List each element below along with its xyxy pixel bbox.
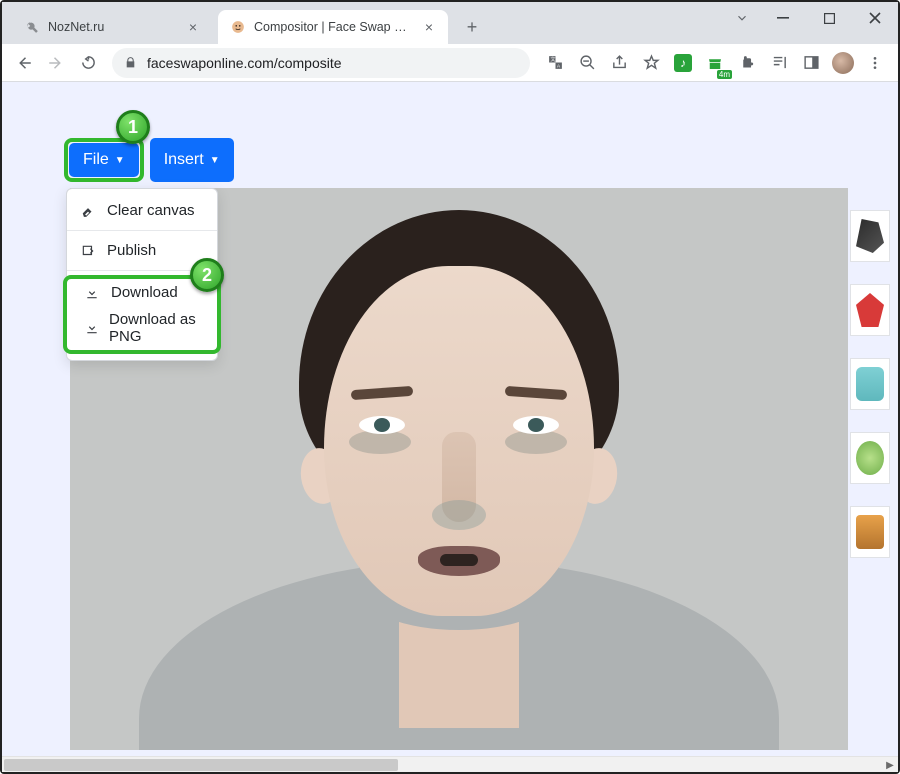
caret-down-icon: ▼	[210, 155, 220, 166]
zoom-out-icon[interactable]	[572, 49, 602, 77]
callout-number: 2	[202, 265, 212, 286]
forward-button[interactable]	[42, 49, 70, 77]
tab-title: NozNet.ru	[48, 20, 178, 34]
page-viewport: File ▼ Insert ▼ Clear canvas Publish	[2, 82, 898, 772]
kebab-menu-icon[interactable]	[860, 49, 890, 77]
insert-menu-label: Insert	[164, 151, 204, 169]
file-menu-button[interactable]: File ▼	[69, 143, 139, 177]
menu-item-label: Publish	[107, 242, 156, 259]
extensions-puzzle-icon[interactable]	[732, 49, 762, 77]
asset-thumb[interactable]	[850, 432, 890, 484]
profile-avatar[interactable]	[828, 49, 858, 77]
close-icon[interactable]: ×	[422, 20, 436, 34]
menu-item-download-png[interactable]: Download as PNG	[67, 306, 217, 350]
menu-separator	[67, 230, 217, 231]
avatar	[832, 52, 854, 74]
side-panel-icon[interactable]	[796, 49, 826, 77]
highlight-file: File ▼	[64, 138, 144, 182]
tab-compositor[interactable]: Compositor | Face Swap Online ×	[218, 10, 448, 44]
menu-item-label: Download	[111, 284, 178, 301]
menu-item-publish[interactable]: Publish	[67, 235, 217, 266]
tab-noznet[interactable]: NozNet.ru ×	[12, 10, 212, 44]
asset-thumb[interactable]	[850, 210, 890, 262]
window-controls	[724, 2, 898, 34]
window-close-button[interactable]	[852, 2, 898, 34]
wrench-icon	[24, 19, 40, 35]
close-icon[interactable]: ×	[186, 20, 200, 34]
horizontal-scrollbar[interactable]: ◀ ▶	[2, 756, 898, 772]
file-menu-label: File	[83, 151, 109, 169]
maximize-button[interactable]	[806, 2, 852, 34]
face-icon	[230, 19, 246, 35]
tab-title: Compositor | Face Swap Online	[254, 20, 414, 34]
extension-music-icon[interactable]: ♪	[668, 49, 698, 77]
url-input[interactable]	[147, 55, 518, 71]
lock-icon	[124, 56, 137, 69]
callout-badge-2: 2	[190, 258, 224, 292]
insert-menu-button[interactable]: Insert ▼	[150, 138, 234, 182]
reload-button[interactable]	[74, 49, 102, 77]
translate-icon[interactable]: 文A	[540, 49, 570, 77]
scroll-right-icon[interactable]: ▶	[882, 757, 898, 772]
callout-number: 1	[128, 117, 138, 138]
back-button[interactable]	[10, 49, 38, 77]
extension-shop-icon[interactable]: 4m	[700, 49, 730, 77]
publish-icon	[81, 244, 97, 258]
bookmark-star-icon[interactable]	[636, 49, 666, 77]
asset-thumb[interactable]	[850, 506, 890, 558]
asset-thumbnail-rail	[850, 210, 894, 558]
menu-item-clear-canvas[interactable]: Clear canvas	[67, 195, 217, 226]
reading-list-icon[interactable]	[764, 49, 794, 77]
caret-down-icon: ▼	[115, 155, 125, 166]
share-icon[interactable]	[604, 49, 634, 77]
extension-badge: 4m	[717, 70, 732, 79]
browser-toolbar: 文A ♪ 4m	[2, 44, 898, 82]
minimize-button[interactable]	[760, 2, 806, 34]
address-bar[interactable]	[112, 48, 530, 78]
callout-badge-1: 1	[116, 110, 150, 144]
menu-item-label: Download as PNG	[109, 311, 199, 345]
asset-thumb[interactable]	[850, 358, 890, 410]
new-tab-button[interactable]: +	[458, 13, 486, 41]
download-icon	[85, 286, 101, 300]
asset-thumb[interactable]	[850, 284, 890, 336]
menu-item-label: Clear canvas	[107, 202, 195, 219]
titlebar: NozNet.ru × Compositor | Face Swap Onlin…	[2, 2, 898, 44]
download-icon	[85, 321, 99, 335]
scroll-thumb[interactable]	[4, 759, 398, 771]
tab-search-button[interactable]	[724, 2, 760, 34]
editor-menu-bar: File ▼ Insert ▼	[64, 138, 234, 182]
eraser-icon	[81, 204, 97, 218]
